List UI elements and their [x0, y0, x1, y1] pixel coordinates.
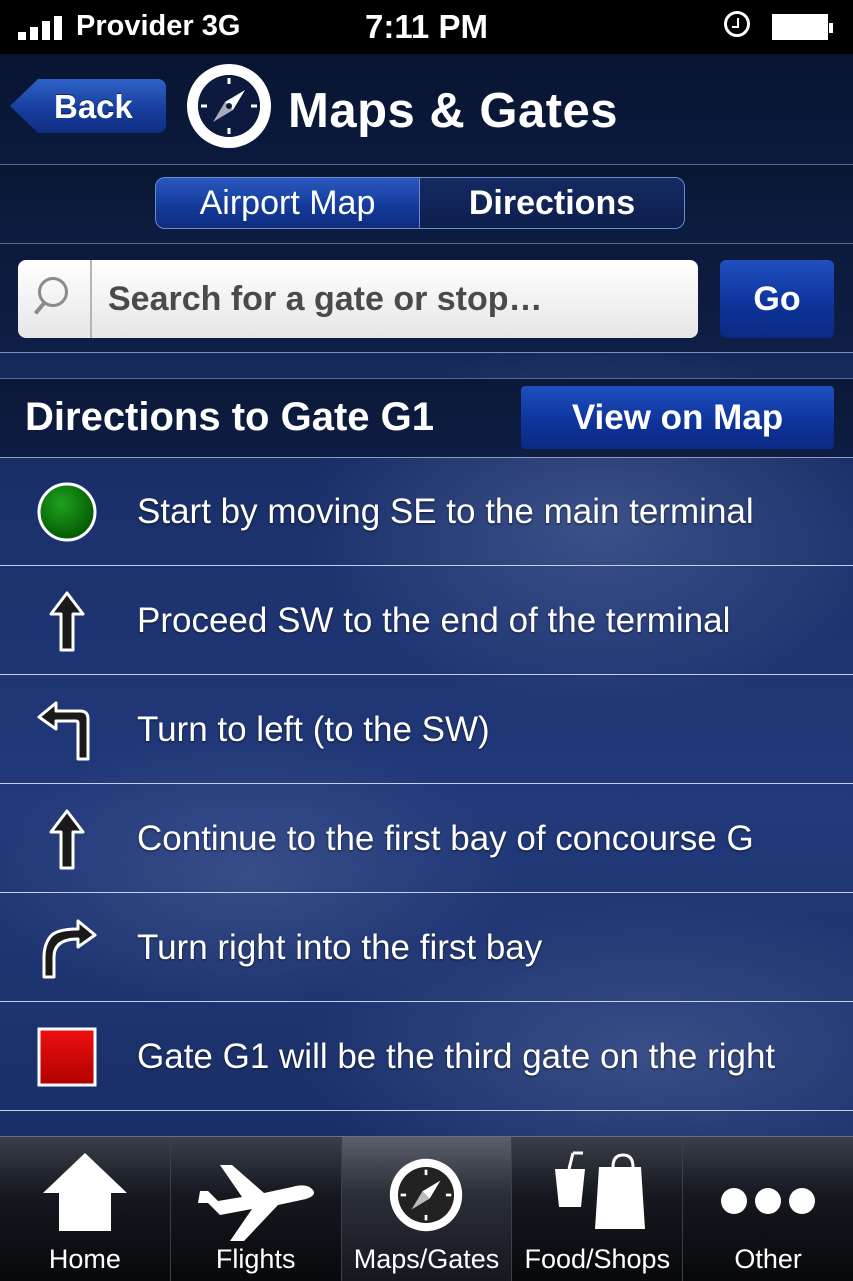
airplane-icon [197, 1165, 314, 1241]
more-dots-icon [721, 1188, 816, 1214]
directions-header: Directions to Gate G1 View on Map [0, 378, 853, 458]
tab-label: Maps/Gates [353, 1244, 500, 1274]
direction-step: Turn to left (to the SW) [0, 675, 853, 784]
nav-header: Back Maps & Gates [0, 54, 853, 165]
segment-directions[interactable]: Directions [419, 177, 685, 229]
search-icon [18, 260, 92, 338]
go-button[interactable]: Go [720, 260, 834, 338]
alarm-clock-icon [724, 11, 750, 37]
turn-right-icon [42, 919, 97, 979]
tab-label: Home [48, 1244, 121, 1274]
view-on-map-button[interactable]: View on Map [521, 386, 834, 449]
segment-airport-map[interactable]: Airport Map [155, 177, 420, 229]
food-shops-icon [555, 1151, 646, 1229]
direction-step: Gate G1 will be the third gate on the ri… [0, 1002, 853, 1111]
step-text: Gate G1 will be the third gate on the ri… [137, 1037, 776, 1076]
destination-square-icon [37, 1027, 97, 1087]
direction-step: Start by moving SE to the main terminal [0, 457, 853, 566]
home-icon [42, 1153, 127, 1231]
status-bar: Provider 3G 7:11 PM [0, 0, 853, 54]
search-bar: Go [0, 244, 853, 353]
turn-left-icon [37, 701, 90, 761]
direction-step: Proceed SW to the end of the terminal [0, 566, 853, 675]
direction-step: Continue to the first bay of concourse G [0, 784, 853, 893]
arrow-up-icon [49, 809, 85, 870]
tab-flights[interactable]: Flights [171, 1137, 342, 1281]
back-button-label: Back [54, 88, 133, 125]
compass-icon [187, 64, 271, 148]
directions-title: Directions to Gate G1 [25, 395, 434, 439]
step-text: Turn right into the first bay [137, 928, 543, 967]
directions-list: Start by moving SE to the main terminal … [0, 457, 853, 1111]
page-title: Maps & Gates [288, 84, 619, 138]
back-button[interactable]: Back [10, 79, 166, 133]
arrow-up-icon [49, 591, 85, 652]
tab-label: Other [734, 1244, 802, 1274]
tab-home[interactable]: Home [0, 1137, 171, 1281]
compass-icon [390, 1158, 463, 1232]
step-text: Continue to the first bay of concourse G [137, 819, 754, 858]
step-text: Start by moving SE to the main terminal [137, 492, 754, 531]
battery-icon [772, 14, 833, 40]
step-text: Turn to left (to the SW) [137, 710, 490, 749]
tab-maps-gates[interactable]: Maps/Gates [341, 1137, 513, 1281]
start-circle-icon [37, 482, 97, 542]
tab-label: Flights [215, 1244, 296, 1274]
segmented-control-bar: Airport Map Directions [0, 165, 853, 244]
tab-label: Food/Shops [524, 1244, 671, 1274]
search-input[interactable] [108, 260, 688, 338]
tab-food-shops[interactable]: Food/Shops [512, 1137, 684, 1281]
step-text: Proceed SW to the end of the terminal [137, 601, 731, 640]
direction-step: Turn right into the first bay [0, 893, 853, 1002]
search-field[interactable] [18, 260, 698, 338]
tab-bar: Home Flights Maps/Gates Food/Shops Other [0, 1136, 853, 1281]
tab-other[interactable]: Other [683, 1137, 853, 1281]
